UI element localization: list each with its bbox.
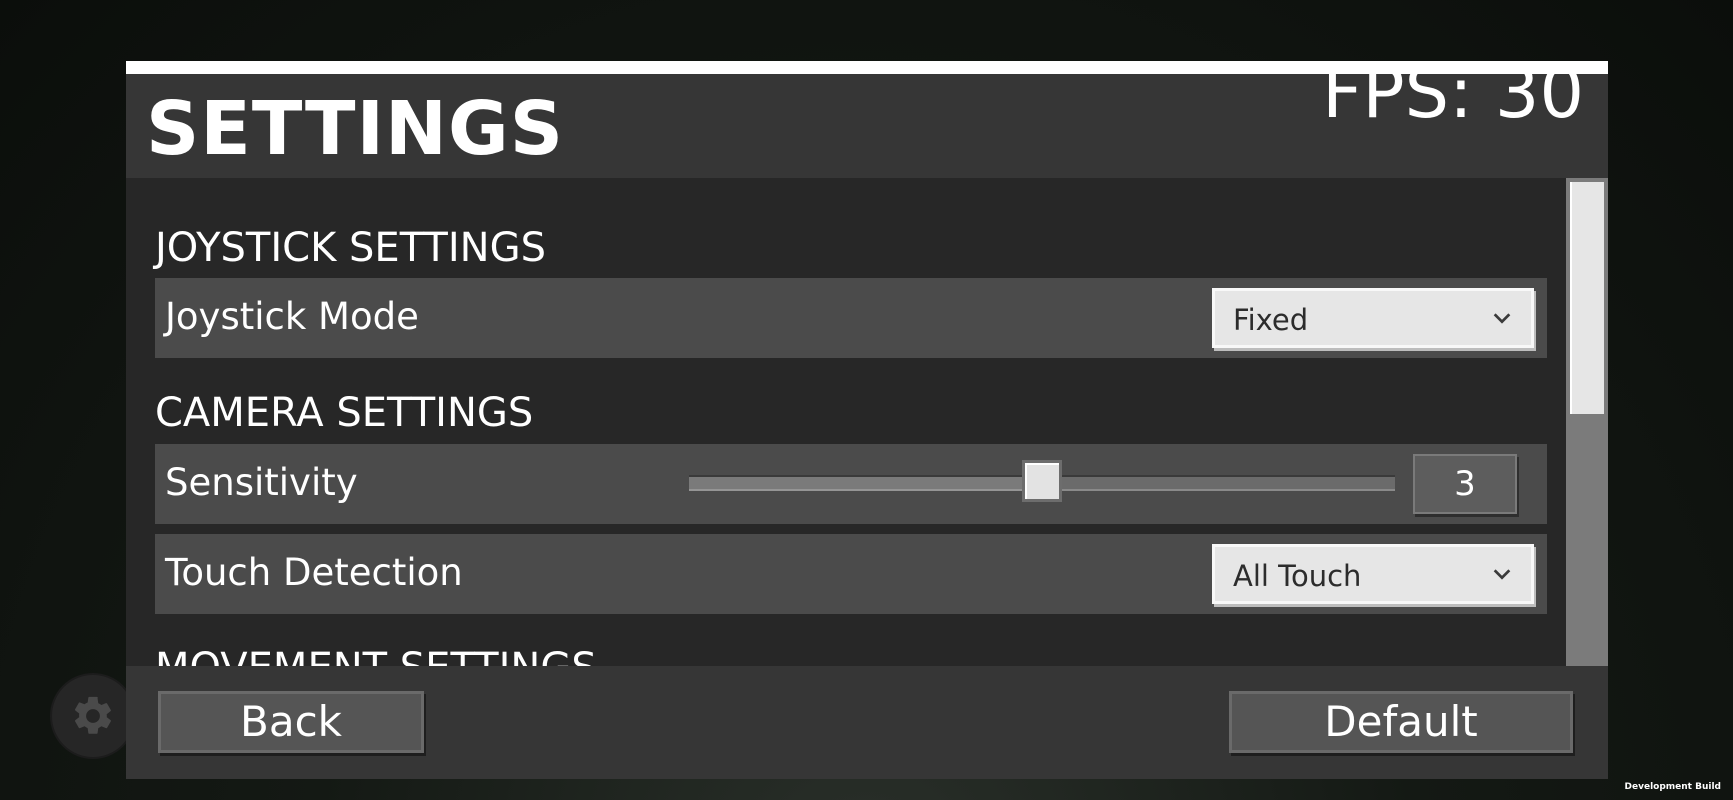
page-title: SETTINGS — [146, 86, 564, 172]
section-heading-movement: MOVEMENT SETTINGS — [155, 648, 597, 666]
development-build-watermark: Development Build — [1624, 782, 1721, 792]
panel-footer: Back Default — [126, 666, 1608, 779]
gear-icon — [74, 696, 111, 734]
sensitivity-label: Sensitivity — [165, 461, 358, 504]
section-heading-camera: CAMERA SETTINGS — [155, 390, 534, 436]
game-scene: SETTINGS FPS: 30 JOYSTICK SETTINGS Joyst… — [0, 0, 1733, 800]
touch-detection-value: All Touch — [1233, 559, 1362, 593]
joystick-mode-row: Joystick Mode Fixed — [155, 278, 1547, 358]
sensitivity-row: Sensitivity 3 — [155, 444, 1547, 524]
settings-panel: SETTINGS FPS: 30 JOYSTICK SETTINGS Joyst… — [126, 58, 1608, 779]
chevron-down-icon — [1493, 569, 1511, 580]
panel-header: SETTINGS FPS: 30 — [126, 58, 1608, 178]
touch-detection-label: Touch Detection — [165, 551, 463, 594]
sensitivity-slider-handle[interactable] — [1022, 460, 1062, 502]
chevron-down-icon — [1493, 313, 1511, 324]
settings-scroll-area[interactable]: JOYSTICK SETTINGS Joystick Mode Fixed CA… — [126, 178, 1566, 666]
fps-counter: FPS: 30 — [1322, 52, 1584, 134]
section-heading-joystick: JOYSTICK SETTINGS — [155, 225, 546, 271]
default-button[interactable]: Default — [1229, 691, 1573, 753]
joystick-mode-label: Joystick Mode — [165, 295, 419, 338]
settings-scrollbar[interactable] — [1566, 178, 1608, 666]
touch-detection-row: Touch Detection All Touch — [155, 534, 1547, 614]
sensitivity-slider-fill — [689, 475, 1042, 491]
joystick-mode-value: Fixed — [1233, 303, 1309, 337]
touch-detection-dropdown[interactable]: All Touch — [1212, 544, 1534, 604]
settings-fab-button[interactable] — [50, 673, 136, 759]
scrollbar-thumb[interactable] — [1570, 182, 1604, 414]
back-button[interactable]: Back — [158, 691, 424, 753]
joystick-mode-dropdown[interactable]: Fixed — [1212, 288, 1534, 348]
sensitivity-value-box[interactable]: 3 — [1413, 454, 1517, 514]
